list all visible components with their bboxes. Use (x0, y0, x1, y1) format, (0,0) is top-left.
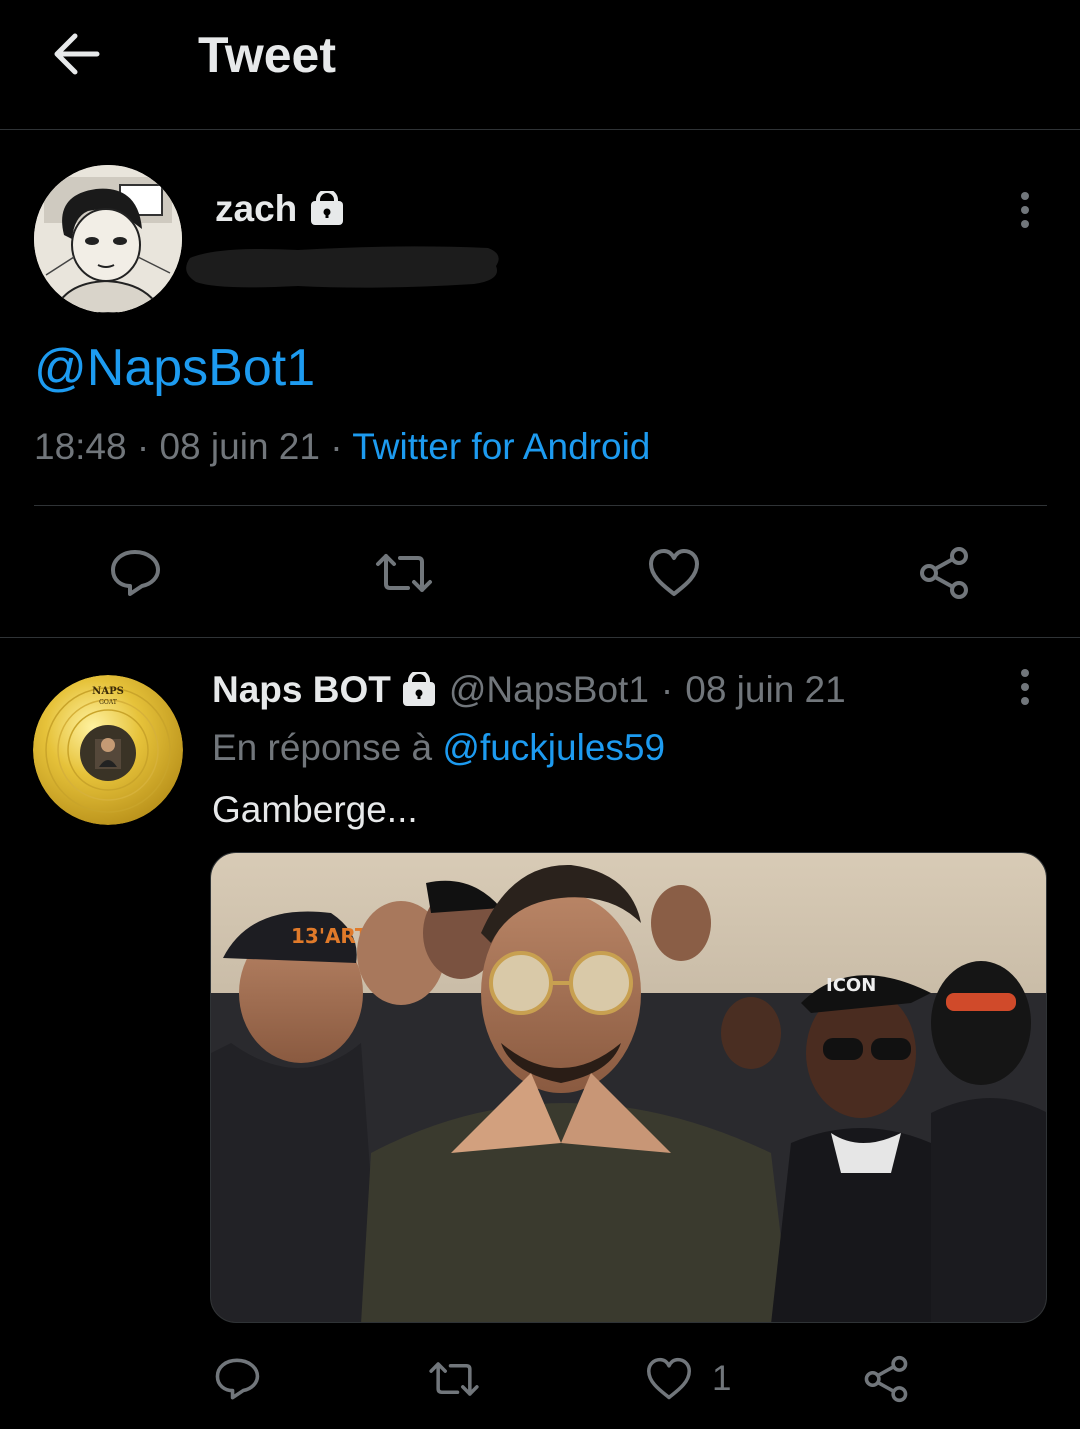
tweet-date: 08 juin 21 (159, 426, 320, 467)
gold-record-avatar: NAPS GOAT (33, 675, 183, 825)
page-title: Tweet (198, 27, 336, 83)
like-button[interactable] (644, 543, 704, 603)
retweet-button[interactable] (424, 1349, 484, 1409)
lock-icon (311, 191, 344, 225)
share-icon (920, 547, 968, 599)
author-display-name[interactable]: zach (215, 188, 297, 230)
redacted-handle (186, 246, 499, 288)
reply-tweet[interactable]: NAPS GOAT Naps BOT @NapsBot1 · 08 juin 2… (0, 639, 1080, 1429)
main-tweet: zach @NapsBot1 18:48 · 08 juin 21 · Twit… (0, 130, 1080, 638)
reply-button[interactable] (105, 543, 165, 603)
more-vertical-icon (1021, 669, 1029, 705)
avatar[interactable] (34, 165, 182, 313)
author-name-row: zach (215, 188, 345, 230)
author-display-name[interactable]: Naps BOT (212, 669, 391, 711)
retweet-button[interactable] (374, 543, 434, 603)
reply-icon (215, 1358, 260, 1400)
reply-mention-link[interactable]: @fuckjules59 (442, 727, 665, 768)
share-button[interactable] (856, 1349, 916, 1409)
meta-separator: · (136, 426, 150, 467)
tweet-text[interactable]: @NapsBot1 (34, 338, 315, 398)
share-button[interactable] (914, 543, 974, 603)
divider (34, 505, 1047, 506)
tweet-meta: 18:48 · 08 juin 21 · Twitter for Android (34, 426, 650, 468)
meta-separator: · (660, 669, 674, 710)
like-count: 1 (712, 1359, 732, 1398)
tweet-text: Gamberge... (212, 789, 418, 830)
avatar-record-label: NAPS (92, 686, 124, 697)
author-handle[interactable]: @NapsBot1 (449, 669, 649, 711)
avatar-record-sublabel: GOAT (99, 699, 117, 706)
arrow-left-icon (54, 33, 100, 75)
group-photo: 13'ART ICON (211, 853, 1046, 1322)
more-options-button[interactable] (1005, 667, 1045, 707)
reply-context: En réponse à @fuckjules59 (212, 727, 665, 769)
reply-icon (111, 550, 160, 596)
back-button[interactable] (46, 28, 106, 80)
reply-prefix: En réponse à (212, 727, 433, 768)
cap-logo-icon: ICON (826, 975, 876, 996)
avatar[interactable]: NAPS GOAT (33, 675, 183, 825)
manga-avatar-image (34, 165, 182, 313)
like-icon (647, 1357, 691, 1400)
meta-separator: · (330, 426, 343, 467)
like-icon (649, 549, 699, 596)
tweet-date: 08 juin 21 (685, 669, 846, 710)
tweet-media-image[interactable]: 13'ART ICON (210, 852, 1047, 1323)
retweet-icon (376, 554, 432, 592)
share-icon (864, 1355, 908, 1403)
top-bar: Tweet (0, 0, 1080, 130)
reply-header: Naps BOT @NapsBot1 · 08 juin 21 (212, 669, 846, 711)
tweet-source-link[interactable]: Twitter for Android (352, 426, 650, 467)
lock-icon (402, 672, 435, 706)
reply-button[interactable] (207, 1349, 267, 1409)
more-options-button[interactable] (1005, 190, 1045, 230)
retweet-icon (429, 1362, 479, 1396)
more-vertical-icon (1021, 192, 1029, 228)
cap-logo-13art: 13'ART (291, 924, 369, 948)
like-button[interactable] (639, 1349, 699, 1409)
tweet-time: 18:48 (34, 426, 127, 467)
